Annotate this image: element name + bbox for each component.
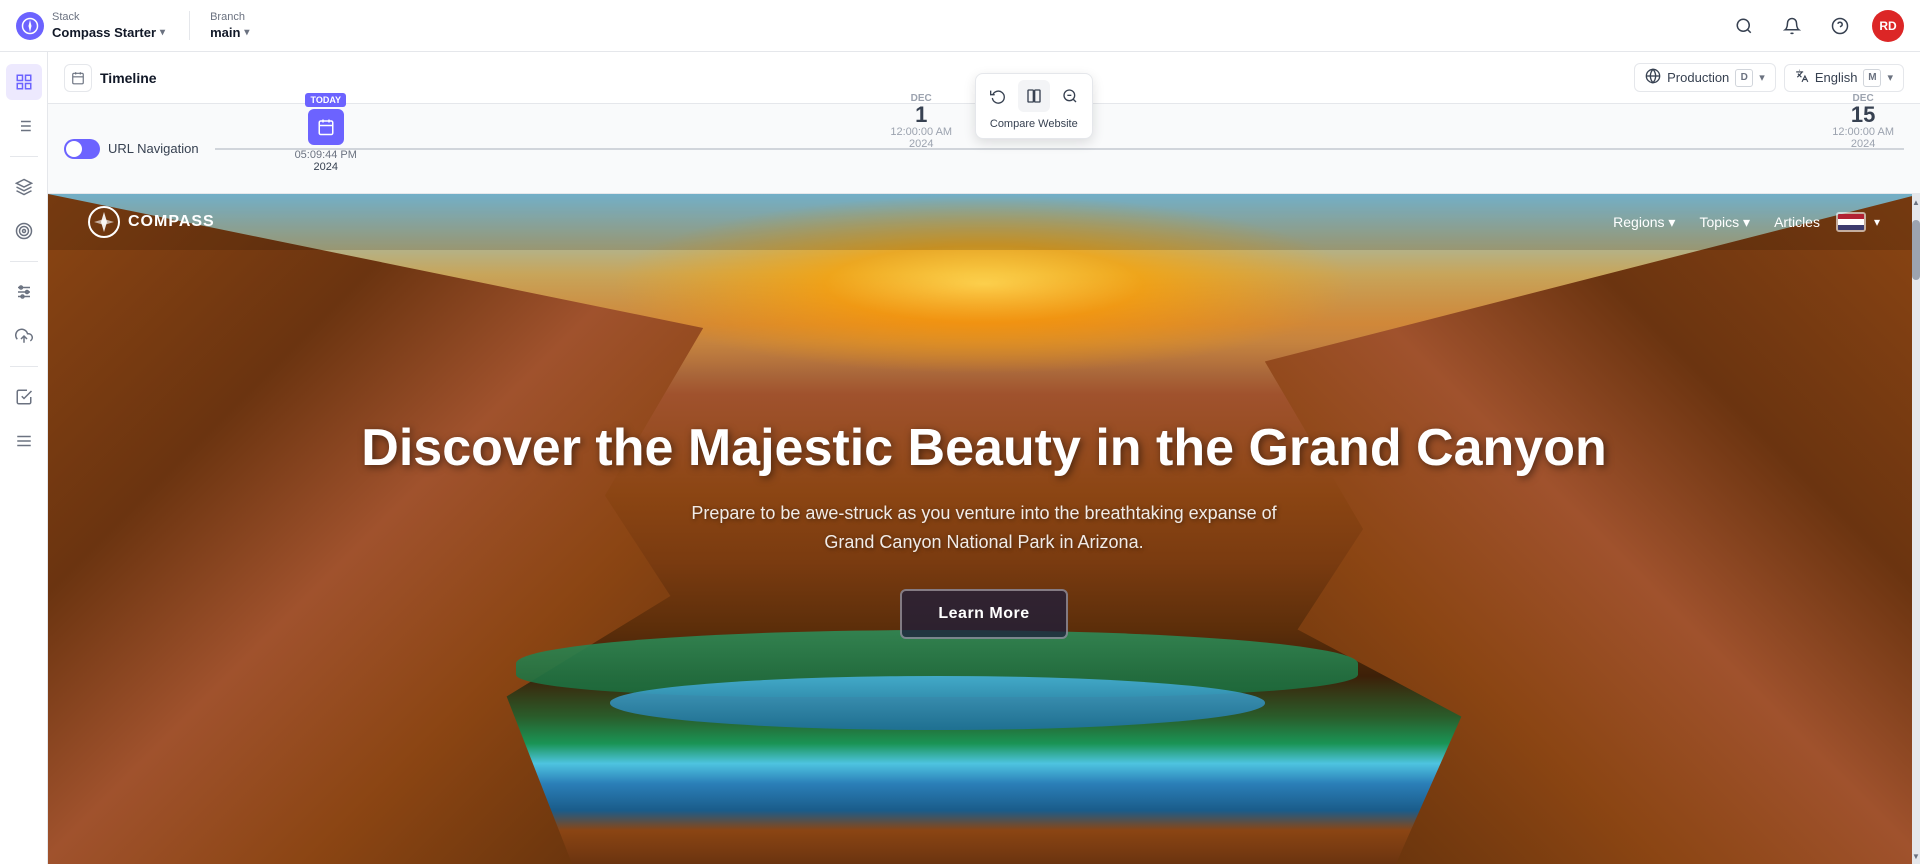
left-sidebar (0, 52, 48, 864)
content-area: Timeline Production D ▾ English M (48, 52, 1920, 864)
stack-name: Compass Starter ▾ (52, 25, 165, 40)
preview-nav: COMPASS Regions ▾ Topics ▾ Articles ▾ (48, 194, 1920, 250)
env-chevron: ▾ (1759, 71, 1765, 84)
scrollbar[interactable]: ▲ ▼ (1912, 194, 1920, 864)
stack-label: Stack (52, 11, 165, 24)
scroll-up-arrow[interactable]: ▲ (1912, 194, 1920, 210)
sidebar-upload-icon[interactable] (6, 318, 42, 354)
compare-button[interactable] (1018, 80, 1050, 112)
today-badge: TODAY (305, 93, 346, 107)
sidebar-check-icon[interactable] (6, 379, 42, 415)
timeline-icon (64, 64, 92, 92)
sidebar-list-icon[interactable] (6, 108, 42, 144)
dec15-time: 12:00:00 AM (1832, 126, 1894, 138)
main-layout: Timeline Production D ▾ English M (0, 52, 1920, 864)
top-bar-left: Stack Compass Starter ▾ Branch main ▾ (16, 11, 249, 39)
dec1-year: 2024 (909, 138, 933, 150)
branch-section[interactable]: Branch main ▾ (189, 11, 249, 39)
nav-articles[interactable]: Articles (1766, 210, 1828, 234)
dec15-year: 2024 (1851, 138, 1875, 150)
url-nav-toggle[interactable] (64, 139, 100, 159)
timeline-track: URL Navigation TODAY 05:09:44 PM 2024 (64, 116, 1904, 181)
env-key: D (1735, 69, 1753, 87)
notifications-button[interactable] (1776, 10, 1808, 42)
sidebar-layers-icon[interactable] (6, 169, 42, 205)
preview-logo-icon (88, 206, 120, 238)
hero-subtitle: Prepare to be awe-struck as you venture … (684, 499, 1284, 557)
help-button[interactable] (1824, 10, 1856, 42)
preview-logo-text: COMPASS (128, 213, 215, 231)
dec1-marker: DEC 1 12:00:00 AM 2024 (890, 93, 952, 150)
sidebar-separator-2 (10, 261, 38, 262)
sidebar-sliders-icon[interactable] (6, 274, 42, 310)
timeline-track-area: URL Navigation TODAY 05:09:44 PM 2024 (48, 104, 1920, 194)
preview-logo: COMPASS (88, 206, 215, 238)
dec1-time: 12:00:00 AM (890, 126, 952, 138)
lang-icon (1795, 69, 1809, 86)
scrollbar-thumb[interactable] (1912, 220, 1920, 280)
branch-chevron: ▾ (244, 27, 249, 38)
nav-flag[interactable] (1836, 212, 1866, 232)
branch-name: main ▾ (210, 25, 249, 40)
brand-text: Stack Compass Starter ▾ (52, 11, 165, 39)
url-nav-toggle-area: URL Navigation (64, 139, 199, 159)
stack-chevron: ▾ (160, 27, 165, 38)
lang-chevron: ▾ (1887, 71, 1893, 84)
sidebar-settings-icon[interactable] (6, 423, 42, 459)
toolbar-popup-label: Compare Website (984, 116, 1084, 132)
scroll-down-arrow[interactable]: ▼ (1912, 848, 1920, 864)
sidebar-separator-1 (10, 156, 38, 157)
brand-logo[interactable]: Stack Compass Starter ▾ (16, 11, 165, 39)
today-date-box (308, 109, 344, 145)
top-bar-right: RD (1728, 10, 1904, 42)
hero-title: Discover the Majestic Beauty in the Gran… (361, 419, 1606, 479)
today-year: 2024 (314, 161, 338, 173)
env-icon (1645, 68, 1661, 87)
nav-flag-chevron: ▾ (1874, 215, 1880, 229)
lang-key: M (1863, 69, 1881, 87)
sidebar-grid-icon[interactable] (6, 64, 42, 100)
url-nav-label: URL Navigation (108, 141, 199, 156)
dec15-date: 15 (1851, 104, 1875, 126)
compass-logo-icon (16, 12, 44, 40)
language-selector[interactable]: English M ▾ (1784, 64, 1904, 92)
dec15-marker: DEC 15 12:00:00 AM 2024 (1832, 93, 1894, 150)
zoom-out-button[interactable] (1054, 80, 1086, 112)
nav-regions[interactable]: Regions ▾ (1605, 210, 1683, 235)
dec1-date: 1 (915, 104, 927, 126)
avatar[interactable]: RD (1872, 10, 1904, 42)
branch-label: Branch (210, 11, 249, 24)
toolbar-popup: Compare Website (975, 73, 1093, 139)
environment-selector[interactable]: Production D ▾ (1634, 63, 1776, 92)
timeline-right: Production D ▾ English M ▾ (1634, 63, 1904, 92)
timeline-left: Timeline (64, 64, 157, 92)
timeline-line: TODAY 05:09:44 PM 2024 DEC 1 12:00:00 AM… (215, 148, 1904, 150)
today-marker: TODAY 05:09:44 PM 2024 (295, 93, 357, 173)
sidebar-target-icon[interactable] (6, 213, 42, 249)
search-button[interactable] (1728, 10, 1760, 42)
preview-nav-links: Regions ▾ Topics ▾ Articles ▾ (1605, 210, 1880, 235)
timeline-title: Timeline (100, 70, 157, 86)
lang-label: English (1815, 70, 1858, 85)
env-label: Production (1667, 70, 1729, 85)
nav-topics[interactable]: Topics ▾ (1691, 210, 1758, 235)
toolbar-popup-buttons (982, 80, 1086, 112)
learn-more-button[interactable]: Learn More (900, 589, 1067, 639)
preview-area: COMPASS Regions ▾ Topics ▾ Articles ▾ Di… (48, 194, 1920, 864)
undo-button[interactable] (982, 80, 1014, 112)
today-time: 05:09:44 PM (295, 149, 357, 161)
top-bar: Stack Compass Starter ▾ Branch main ▾ RD (0, 0, 1920, 52)
hero-content: Discover the Majestic Beauty in the Gran… (48, 194, 1920, 864)
sidebar-separator-3 (10, 366, 38, 367)
